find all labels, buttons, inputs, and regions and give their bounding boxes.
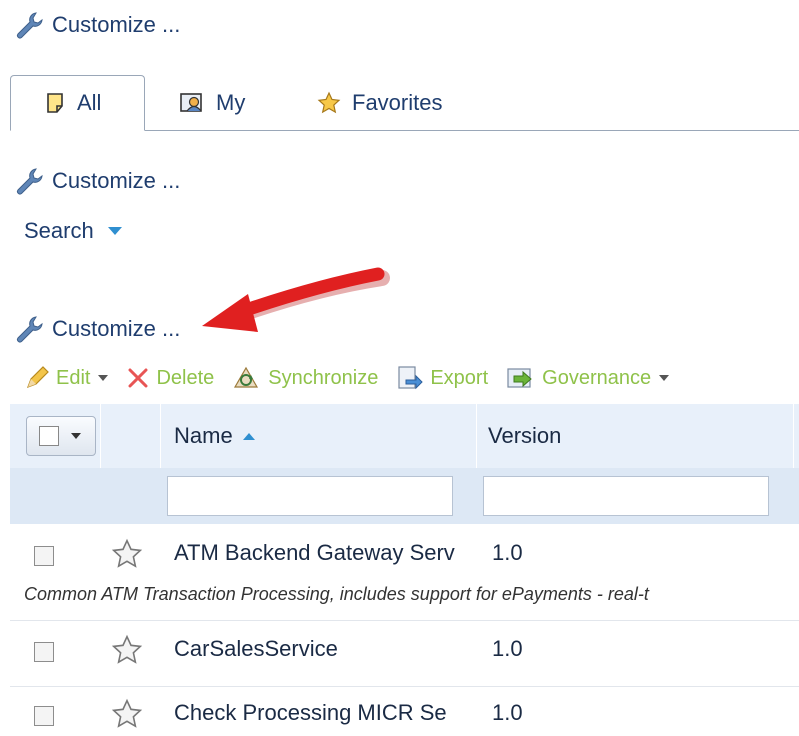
- synchronize-button[interactable]: Synchronize: [232, 365, 378, 391]
- search-label: Search: [24, 218, 94, 243]
- edit-button[interactable]: Edit: [24, 365, 109, 391]
- column-header-name[interactable]: Name: [174, 404, 257, 468]
- row-checkbox[interactable]: [34, 642, 54, 662]
- select-all-dropdown[interactable]: [26, 416, 96, 456]
- row-checkbox[interactable]: [34, 546, 54, 566]
- user-card-icon: [180, 93, 202, 112]
- customize-link-mid[interactable]: Customize ...: [14, 166, 180, 196]
- customize-label: Customize ...: [52, 12, 181, 37]
- version-filter-input[interactable]: [483, 476, 769, 516]
- row-version: 1.0: [492, 700, 523, 725]
- tab-my[interactable]: My: [180, 75, 245, 131]
- grid-toolbar: Edit Delete Synchronize Export Governanc…: [24, 362, 687, 394]
- search-dropdown[interactable]: Search: [24, 218, 122, 244]
- edit-label: Edit: [56, 366, 91, 389]
- delete-button[interactable]: Delete: [126, 366, 214, 390]
- pencil-icon: [26, 366, 49, 389]
- chevron-down-icon: [98, 375, 109, 381]
- row-name[interactable]: ATM Backend Gateway Serv: [174, 540, 476, 566]
- tab-all[interactable]: All: [10, 75, 145, 131]
- delete-label: Delete: [156, 366, 215, 389]
- customize-link-grid[interactable]: Customize ...: [14, 314, 180, 344]
- synchronize-label: Synchronize: [268, 366, 379, 389]
- wrench-icon: [17, 316, 43, 343]
- row-version: 1.0: [492, 636, 523, 661]
- star-icon: [317, 91, 341, 114]
- chevron-down-icon: [659, 375, 670, 381]
- column-version-label: Version: [488, 423, 562, 448]
- column-name-label: Name: [174, 423, 233, 448]
- governance-label: Governance: [542, 366, 652, 389]
- tab-my-label: My: [216, 90, 246, 115]
- customize-link-top[interactable]: Customize ...: [14, 10, 180, 40]
- customize-label: Customize ...: [52, 316, 181, 341]
- governance-button[interactable]: Governance: [506, 365, 670, 391]
- table-row[interactable]: ATM Backend Gateway Serv 1.0 Common ATM …: [10, 524, 799, 624]
- column-header-version[interactable]: Version: [488, 404, 561, 468]
- select-all-checkbox[interactable]: [39, 426, 59, 446]
- export-icon: [398, 366, 424, 390]
- note-icon: [47, 93, 63, 113]
- synchronize-icon: [234, 366, 259, 388]
- row-name[interactable]: Check Processing MICR Se: [174, 700, 476, 726]
- row-version: 1.0: [492, 540, 523, 565]
- name-filter-input[interactable]: [167, 476, 453, 516]
- filter-row: [10, 468, 799, 524]
- wrench-icon: [17, 12, 43, 39]
- row-description: Common ATM Transaction Processing, inclu…: [24, 584, 649, 604]
- tab-favorites-label: Favorites: [352, 90, 443, 115]
- table-row[interactable]: CarSalesService 1.0: [10, 622, 799, 686]
- export-button[interactable]: Export: [396, 364, 488, 392]
- favorite-star-icon[interactable]: [110, 634, 144, 666]
- table-row[interactable]: Check Processing MICR Se 1.0: [10, 688, 799, 736]
- tab-favorites[interactable]: Favorites: [316, 75, 442, 131]
- wrench-icon: [17, 168, 43, 195]
- governance-icon: [507, 368, 532, 388]
- export-label: Export: [430, 366, 489, 389]
- customize-label: Customize ...: [52, 168, 181, 193]
- grid-header: Name Version: [10, 404, 799, 524]
- red-arrow-annotation: [202, 267, 390, 332]
- chevron-down-icon: [107, 227, 122, 235]
- row-checkbox[interactable]: [34, 706, 54, 726]
- sort-ascending-icon: [242, 433, 255, 440]
- row-name[interactable]: CarSalesService: [174, 636, 476, 662]
- tab-bar: All My Favorites: [10, 75, 799, 131]
- delete-x-icon: [128, 368, 148, 388]
- tab-all-label: All: [77, 90, 102, 115]
- favorite-star-icon[interactable]: [110, 698, 144, 730]
- favorite-star-icon[interactable]: [110, 538, 144, 570]
- chevron-down-icon: [71, 433, 81, 439]
